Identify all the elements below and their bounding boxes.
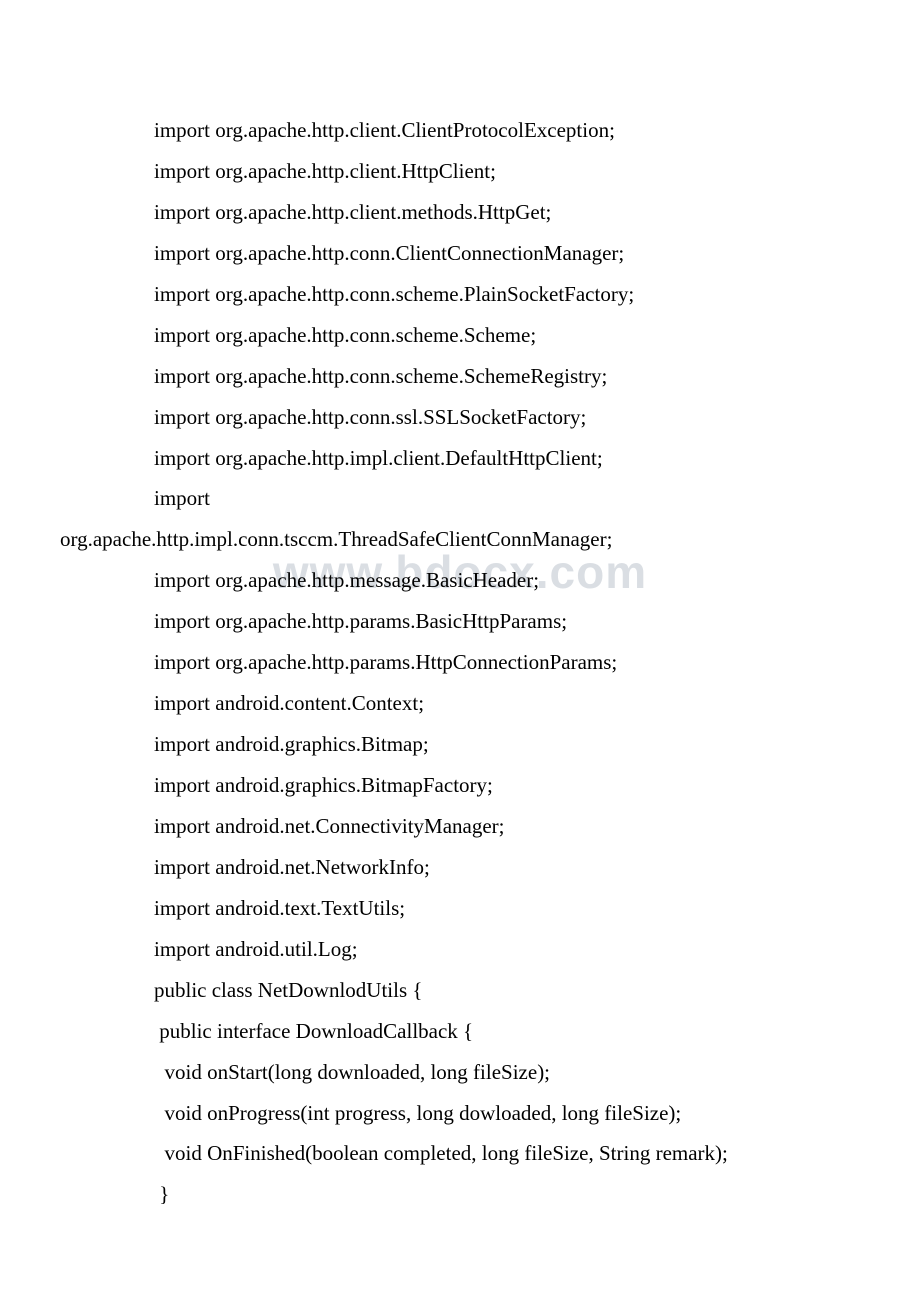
code-line: import org.apache.http.client.methods.Ht… <box>60 192 860 233</box>
code-block: import org.apache.http.client.ClientProt… <box>60 110 860 1215</box>
code-line: import android.util.Log; <box>60 929 860 970</box>
document-page: import org.apache.http.client.ClientProt… <box>0 0 920 1275</box>
code-line: import android.graphics.Bitmap; <box>60 724 860 765</box>
code-line: void OnFinished(boolean completed, long … <box>60 1133 860 1174</box>
code-line: import org.apache.http.impl.client.Defau… <box>60 438 860 479</box>
code-line: } <box>60 1174 860 1215</box>
code-line: public interface DownloadCallback { <box>60 1011 860 1052</box>
code-line: org.apache.http.impl.conn.tsccm.ThreadSa… <box>60 519 860 560</box>
code-line: import org.apache.http.conn.scheme.Schem… <box>60 356 860 397</box>
code-line: import org.apache.http.message.BasicHead… <box>60 560 860 601</box>
code-line: import org.apache.http.params.HttpConnec… <box>60 642 860 683</box>
code-line: import android.text.TextUtils; <box>60 888 860 929</box>
code-line: import org.apache.http.conn.ssl.SSLSocke… <box>60 397 860 438</box>
code-line: import android.content.Context; <box>60 683 860 724</box>
code-line: void onProgress(int progress, long dowlo… <box>60 1093 860 1134</box>
code-line: import android.net.ConnectivityManager; <box>60 806 860 847</box>
code-line: import org.apache.http.client.HttpClient… <box>60 151 860 192</box>
code-line: void onStart(long downloaded, long fileS… <box>60 1052 860 1093</box>
code-line: import org.apache.http.conn.scheme.Schem… <box>60 315 860 356</box>
code-line: public class NetDownlodUtils { <box>60 970 860 1011</box>
code-line: import android.net.NetworkInfo; <box>60 847 860 888</box>
code-line: import org.apache.http.client.ClientProt… <box>60 110 860 151</box>
code-line: import android.graphics.BitmapFactory; <box>60 765 860 806</box>
code-line: import org.apache.http.conn.scheme.Plain… <box>60 274 860 315</box>
code-line: import <box>60 478 860 519</box>
code-line: import org.apache.http.conn.ClientConnec… <box>60 233 860 274</box>
code-line: import org.apache.http.params.BasicHttpP… <box>60 601 860 642</box>
